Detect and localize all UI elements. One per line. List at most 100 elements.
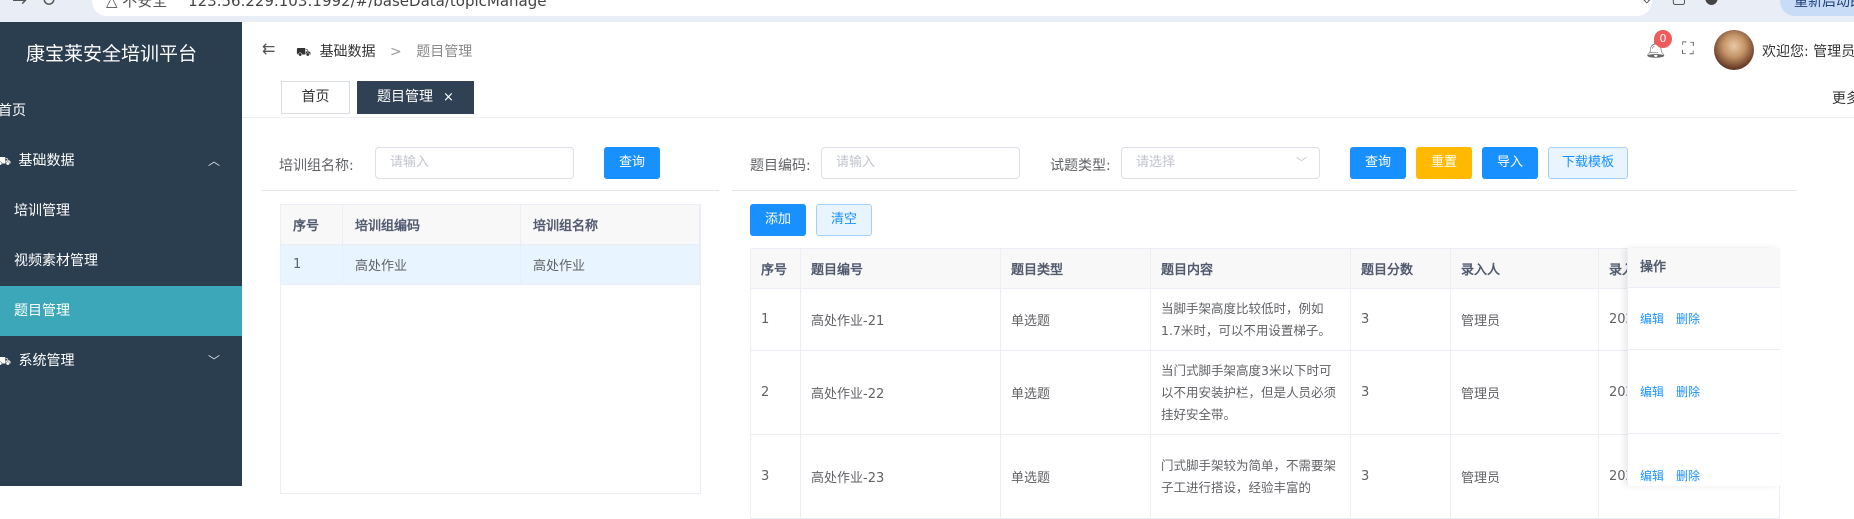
tab-label: 题目管理 [377,89,434,105]
welcome-text[interactable]: 欢迎您: 管理员 [1762,41,1854,61]
table-row[interactable]: 1 高处作业-21 单选题 当脚手架高度比较低时，例如1.7米时，可以不用设置梯… [750,288,1780,351]
edit-button[interactable]: 编辑 [1640,469,1664,483]
divider [262,190,719,191]
tab-label: 首页 [301,89,330,105]
add-button[interactable]: 添加 [750,204,806,236]
column-header: 培训组编码 [342,204,521,245]
question-type-select[interactable]: 请选择 ﹀ [1121,147,1320,179]
delete-button[interactable]: 删除 [1676,469,1700,483]
column-header: 录入人 [1450,248,1599,289]
column-header: 题目编号 [800,248,1001,289]
notification-badge: 0 [1654,30,1672,48]
column-header: 操作 [1628,248,1780,288]
url-text: 123.56.229.103:1992/#/baseData/topicMana… [188,0,547,10]
breadcrumb: ⛟ 基础数据 > 题目管理 [296,41,472,61]
menu-fold-icon[interactable]: ⇇ [262,39,275,58]
sidebar-item-label: 系统管理 [18,353,75,369]
table-cell: 门式脚手架较为简单，不需要架子工进行搭设，经验丰富的 [1150,434,1351,519]
tab-topics[interactable]: 题目管理 × [357,81,474,114]
browser-nav-icons[interactable]: →↻ [12,0,70,11]
table-cell: 当脚手架高度比较低时，例如1.7米时，可以不用设置梯子。 [1150,288,1351,351]
delete-button[interactable]: 删除 [1676,312,1700,326]
table-cell: 3 [1350,434,1451,519]
system-icon: ⛟ [0,354,12,368]
row-actions: 编辑 删除 [1628,434,1780,518]
select-placeholder: 请选择 [1136,155,1176,170]
close-icon[interactable]: × [443,90,454,105]
breadcrumb-home-icon: ⛟ [296,45,312,59]
topic-code-label: 题目编码: [750,158,811,174]
browser-toolbar: →↻ △ 不安全 123.56.229.103:1992/#/baseData/… [0,0,1854,22]
table-cell: 高处作业 [520,244,700,285]
divider [732,190,1797,191]
column-header: 序号 [280,204,343,245]
column-header: 培训组名称 [520,204,700,245]
table-cell: 高处作业 [342,244,521,285]
sidebar-item-video[interactable]: 视频素材管理 [0,236,242,286]
row-actions: 编辑 删除 [1628,288,1780,350]
chevron-down-icon: ﹀ [207,354,220,368]
sidebar-item-base-data[interactable]: ⛟ 基础数据 ︿ [0,136,242,186]
table-cell: 高处作业-23 [800,434,1001,519]
sidebar-item-label: 基础数据 [18,153,75,169]
topic-code-input[interactable]: 请输入 [821,147,1020,179]
breadcrumb-item[interactable]: 基础数据 [320,44,376,60]
import-button[interactable]: 导入 [1482,147,1538,179]
table-cell: 单选题 [1000,350,1151,435]
more-tabs-button[interactable]: 更多 [1832,88,1854,108]
table-row[interactable]: 3 高处作业-23 单选题 门式脚手架较为简单，不需要架子工进行搭设，经验丰富的… [750,434,1780,519]
app-title: 康宝莱安全培训平台 [26,43,198,65]
download-template-button[interactable]: 下载模板 [1548,147,1628,179]
sidebar-item-system[interactable]: ⛟ 系统管理 ﹀ [0,336,242,386]
sidebar-item-label: 培训管理 [14,203,70,219]
training-group-name-label: 培训组名称: [279,158,354,174]
breadcrumb-separator: > [390,44,402,60]
top-header: ⇇ ⛟ 基础数据 > 题目管理 🔔︎ 0 ⛶ 欢迎您: 管理员 [242,22,1854,78]
table-cell: 2 [750,350,801,435]
table-row[interactable]: 1 高处作业 高处作业 [280,244,700,285]
address-bar[interactable]: △ 不安全 123.56.229.103:1992/#/baseData/top… [92,0,1652,16]
left-query-button[interactable]: 查询 [604,147,660,179]
table-cell: 3 [1350,288,1451,351]
row-actions: 编辑 删除 [1628,350,1780,434]
table-cell: 3 [750,434,801,519]
operations-column: 操作 编辑 删除 编辑 删除 编辑 删除 [1627,248,1780,486]
column-header: 题目类型 [1000,248,1151,289]
training-group-name-input[interactable]: 请输入 [375,147,574,179]
sidebar-item-label: 题目管理 [14,303,70,319]
table-cell: 1 [750,288,801,351]
clear-button[interactable]: 清空 [816,204,872,236]
insecure-warning: △ 不安全 [106,0,168,10]
sidebar: 康宝莱安全培训平台 首页 ⛟ 基础数据 ︿ 培训管理 视频素材管理 题目管理 ⛟… [0,22,242,486]
avatar[interactable] [1714,30,1754,70]
sidebar-item-training[interactable]: 培训管理 [0,186,242,236]
column-header: 序号 [750,248,801,289]
sidebar-item-label: 视频素材管理 [14,253,98,269]
table-cell: 管理员 [1450,350,1599,435]
breadcrumb-current: 题目管理 [416,44,473,60]
browser-action-icons[interactable]: ⇩▢● [1640,0,1736,7]
reset-button[interactable]: 重置 [1416,147,1472,179]
column-header: 题目分数 [1350,248,1451,289]
browser-update-button[interactable]: 重新启动即可更新 [1780,0,1854,16]
edit-button[interactable]: 编辑 [1640,312,1664,326]
table-cell: 高处作业-22 [800,350,1001,435]
table-row[interactable]: 2 高处作业-22 单选题 当门式脚手架高度3米以下时可以不用安装护栏，但是人员… [750,350,1780,435]
query-button[interactable]: 查询 [1350,147,1406,179]
sidebar-item-home[interactable]: 首页 [0,86,242,136]
delete-button[interactable]: 删除 [1676,385,1700,399]
tags-view: 首页 题目管理 × 更多 [242,78,1854,118]
table-cell: 当门式脚手架高度3米以下时可以不用安装护栏，但是人员必须挂好安全带。 [1150,350,1351,435]
table-cell: 3 [1350,350,1451,435]
training-group-table: 序号 培训组编码 培训组名称 1 高处作业 高处作业 [280,204,700,285]
edit-button[interactable]: 编辑 [1640,385,1664,399]
table-cell: 单选题 [1000,434,1151,519]
table-cell: 高处作业-21 [800,288,1001,351]
question-type-label: 试题类型: [1050,158,1111,174]
sidebar-item-topics[interactable]: 题目管理 [0,286,242,336]
chevron-up-icon: ︿ [207,154,220,168]
column-header: 题目内容 [1150,248,1351,289]
fullscreen-icon[interactable]: ⛶ [1682,39,1694,59]
table-cell: 1 [280,244,343,285]
tab-home[interactable]: 首页 [281,81,350,114]
